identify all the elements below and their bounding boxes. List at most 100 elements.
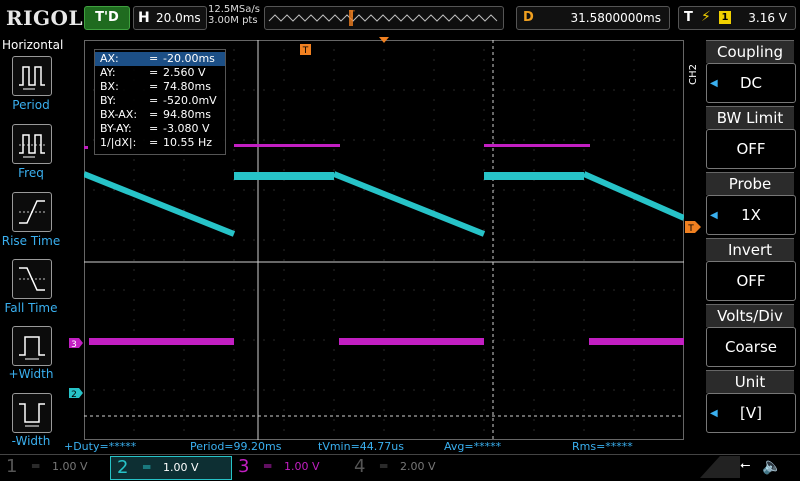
grid-dot: [403, 289, 405, 291]
grid-dot: [383, 299, 385, 301]
panel-corner-decoration: [700, 456, 740, 478]
cursor-ax-eq: =: [149, 52, 159, 65]
fall-time-button[interactable]: [12, 259, 52, 299]
grid-dot: [583, 109, 585, 111]
grid-dot: [333, 79, 335, 81]
grid-dot: [353, 289, 355, 291]
cursor-row-ax[interactable]: AX: = -20.00ms: [95, 52, 225, 66]
grid-dot: [513, 389, 515, 391]
grid-dot: [273, 189, 275, 191]
horizontal-timebase-box[interactable]: H 20.0ms: [133, 6, 207, 30]
channel-4-tab[interactable]: 4 ═ 2.00 V: [348, 456, 462, 478]
grid-dot: [383, 409, 385, 411]
grid-dot: [383, 349, 385, 351]
grid-dot: [133, 309, 135, 311]
grid-dot: [133, 199, 135, 201]
measure-tvmin[interactable]: tVmin=44.77us: [318, 440, 404, 453]
measure-avg[interactable]: Avg=*****: [444, 440, 501, 453]
memory-overview-bar[interactable]: T: [264, 6, 504, 30]
grid-dot: [233, 279, 235, 281]
grid-dot: [483, 159, 485, 161]
grid-dot: [313, 339, 315, 341]
trigger-position-marker: T: [300, 44, 311, 56]
grid-dot: [133, 409, 135, 411]
grid-dot: [263, 389, 265, 391]
grid-dot: [233, 409, 235, 411]
dc-coupling-icon: ═: [380, 459, 388, 473]
probe-arrow-icon: ◀: [710, 210, 718, 221]
grid-dot: [193, 239, 195, 241]
frequency-button[interactable]: [12, 124, 52, 164]
grid-dot: [303, 389, 305, 391]
cursor-ay-value: 2.560 V: [163, 66, 206, 79]
channel-3-number: 3: [238, 456, 250, 477]
volts-div-button[interactable]: Coarse: [706, 327, 796, 367]
grid-dot: [143, 389, 145, 391]
grid-dot: [433, 159, 435, 161]
ch3-offset-marker[interactable]: 3: [68, 337, 84, 349]
grid-dot: [483, 49, 485, 51]
grid-dot: [453, 189, 455, 191]
grid-dot: [383, 169, 385, 171]
negative-width-button[interactable]: [12, 393, 52, 433]
grid-dot: [533, 149, 535, 151]
probe-button[interactable]: 1X: [706, 195, 796, 235]
channel-4-number: 4: [354, 456, 366, 477]
ch2-offset-marker[interactable]: 2: [68, 387, 84, 399]
grid-dot: [183, 359, 185, 361]
period-button[interactable]: [12, 56, 52, 96]
grid-dot: [603, 189, 605, 191]
cursor-invdx-value: 10.55 Hz: [163, 136, 213, 149]
coupling-button[interactable]: DC: [706, 63, 796, 103]
grid-dot: [613, 89, 615, 91]
grid-dot: [503, 239, 505, 241]
grid-dot: [333, 169, 335, 171]
measure-pos-duty[interactable]: +Duty=*****: [64, 440, 136, 453]
measure-rms[interactable]: Rms=*****: [572, 440, 633, 453]
grid-dot: [533, 79, 535, 81]
channel-3-scale: 1.00 V: [284, 460, 320, 473]
grid-dot: [383, 59, 385, 61]
grid-dot: [533, 109, 535, 111]
grid-dot: [433, 309, 435, 311]
positive-width-button[interactable]: [12, 326, 52, 366]
measure-period[interactable]: Period=99.20ms: [190, 440, 281, 453]
grid-dot: [183, 299, 185, 301]
grid-dot: [423, 389, 425, 391]
bw-limit-value: OFF: [736, 140, 766, 158]
ch3-marker-label: 3: [71, 340, 77, 349]
cursor-ax-value: -20.00ms: [163, 52, 215, 65]
grid-dot: [283, 279, 285, 281]
bw-limit-button[interactable]: OFF: [706, 129, 796, 169]
grid-dot: [393, 89, 395, 91]
grid-dot: [273, 339, 275, 341]
grid-dot: [533, 279, 535, 281]
grid-dot: [633, 59, 635, 61]
grid-dot: [233, 349, 235, 351]
unit-button[interactable]: [V]: [706, 393, 796, 433]
grid-dot: [593, 389, 595, 391]
rise-time-button[interactable]: [12, 192, 52, 232]
run-status-badge[interactable]: T'D: [84, 6, 130, 30]
grid-dot: [233, 299, 235, 301]
grid-dot: [493, 189, 495, 191]
grid-dot: [253, 139, 255, 141]
grid-dot: [633, 229, 635, 231]
grid-dot: [513, 89, 515, 91]
trigger-box[interactable]: T ⚡ 1 3.16 V: [678, 6, 796, 30]
grid-dot: [213, 239, 215, 241]
channel-1-number: 1: [6, 456, 18, 477]
grid-dot: [483, 429, 485, 431]
grid-dot: [253, 289, 255, 291]
grid-dot: [333, 359, 335, 361]
grid-dot: [613, 289, 615, 291]
channel-1-tab[interactable]: 1 ═ 1.00 V: [0, 456, 110, 478]
invert-button[interactable]: OFF: [706, 261, 796, 301]
grid-dot: [473, 139, 475, 141]
grid-dot: [253, 239, 255, 241]
speaker-muted-icon[interactable]: 🔈: [762, 456, 782, 475]
channel-2-tab[interactable]: 2 ═ 1.00 V: [110, 456, 232, 480]
channel-3-tab[interactable]: 3 ═ 1.00 V: [232, 456, 346, 478]
ch3-high-trace: [484, 144, 590, 147]
delay-box[interactable]: D 31.5800000ms: [516, 6, 670, 30]
